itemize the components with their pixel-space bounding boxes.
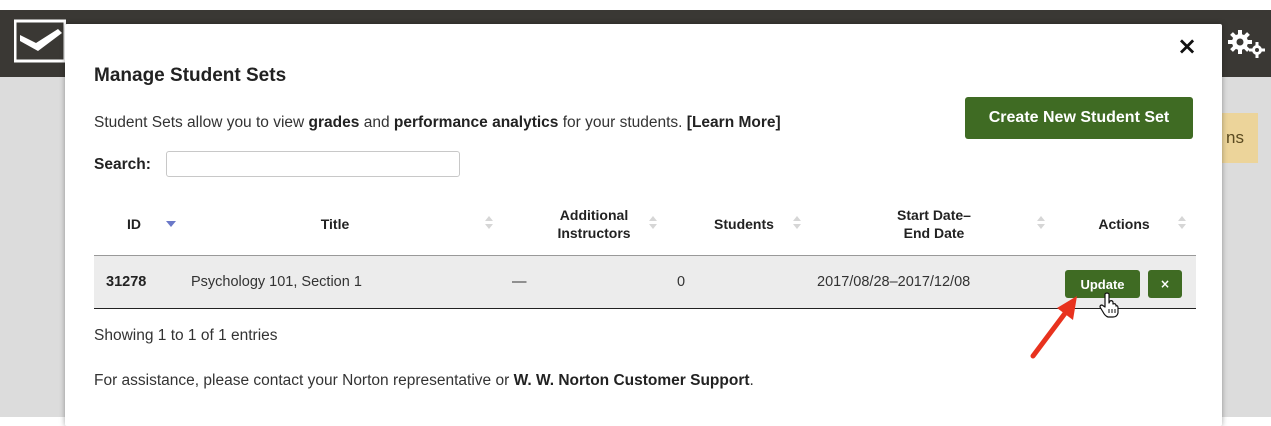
sort-icon[interactable] — [792, 215, 802, 231]
column-header-instructors[interactable]: Additional Instructors — [524, 193, 664, 255]
intro-text: Student Sets allow you to view grades an… — [94, 114, 781, 132]
cell-id: 31278 — [106, 274, 147, 290]
entries-info: Showing 1 to 1 of 1 entries — [94, 327, 278, 344]
column-header-label: Actions — [1098, 216, 1150, 232]
sort-icon[interactable] — [1036, 215, 1046, 231]
column-header-dates[interactable]: Start Date– End Date — [864, 193, 1004, 255]
table-header: ID Title Additional Instructors Students… — [94, 193, 1196, 255]
cell-students: 0 — [677, 274, 686, 290]
column-header-label: Students — [714, 216, 774, 232]
logo-icon[interactable] — [14, 17, 66, 65]
cell-title: Psychology 101, Section 1 — [191, 274, 362, 290]
search-input[interactable] — [166, 151, 460, 177]
sort-icon[interactable] — [648, 215, 658, 231]
column-header-id[interactable]: ID — [94, 193, 174, 255]
cell-dates: 2017/08/28–2017/12/08 — [817, 274, 971, 290]
intro-bold-analytics: performance analytics — [393, 114, 559, 131]
hand-cursor-icon — [1099, 292, 1119, 318]
intro-text-2: and — [359, 114, 394, 131]
intro-bold-grades: grades — [308, 114, 360, 131]
create-student-set-button[interactable]: Create New Student Set — [965, 97, 1193, 139]
annotation-arrow — [1030, 296, 1077, 359]
intro-text-3: for your students. — [558, 114, 687, 131]
cell-instructors: — — [512, 274, 527, 290]
gear-icon[interactable] — [1226, 28, 1268, 60]
search-label: Search: — [94, 156, 151, 173]
delete-button[interactable]: × — [1148, 270, 1182, 298]
column-header-label: Start Date– End Date — [897, 207, 971, 241]
modal-title: Manage Student Sets — [94, 65, 287, 86]
assistance-text-body: For assistance, please contact your Nort… — [94, 372, 514, 389]
assistance-text: For assistance, please contact your Nort… — [94, 372, 754, 390]
column-header-label: Title — [320, 216, 350, 232]
sort-icon[interactable] — [1177, 215, 1187, 231]
customer-support-link[interactable]: W. W. Norton Customer Support — [514, 372, 750, 389]
column-header-actions[interactable]: Actions — [1074, 193, 1174, 255]
learn-more-link[interactable]: [Learn More] — [687, 114, 781, 131]
sort-icon[interactable] — [484, 215, 494, 231]
close-icon[interactable]: × — [1175, 34, 1199, 58]
column-header-students[interactable]: Students — [684, 193, 804, 255]
column-header-label: ID — [127, 216, 141, 232]
column-header-title[interactable]: Title — [174, 193, 496, 255]
intro-text-1: Student Sets allow you to view — [94, 114, 309, 131]
assistance-text-end: . — [749, 372, 754, 389]
column-header-label: Additional Instructors — [557, 207, 631, 241]
